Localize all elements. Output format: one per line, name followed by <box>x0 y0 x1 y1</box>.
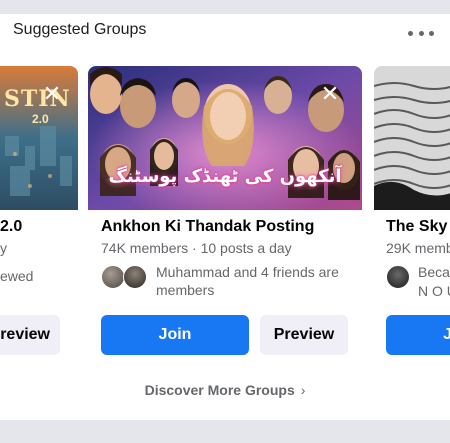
join-button[interactable]: Join <box>101 315 249 355</box>
section-title: Suggested Groups <box>13 21 147 38</box>
group-cover-image: STIN 2.0 <box>0 66 78 210</box>
close-icon[interactable]: ✕ <box>42 83 62 105</box>
group-meta: y <box>0 240 7 256</box>
preview-button[interactable]: Preview <box>260 315 348 355</box>
avatar <box>123 265 147 289</box>
groups-carousel: STIN 2.0 ✕ 2.0 y ewed review آنکھوں کی ٹ… <box>0 66 450 366</box>
group-meta: 29K memb <box>386 240 450 256</box>
suggested-groups-card: Suggested Groups STIN 2.0 ✕ 2.0 y ewed r… <box>0 14 450 420</box>
group-card[interactable]: The Sky 29K memb Beca N O U J <box>374 66 450 358</box>
group-cover-image <box>374 66 450 210</box>
more-options-icon[interactable] <box>408 26 434 40</box>
discover-label: Discover More Groups <box>144 382 295 398</box>
friends-text: Beca <box>418 264 450 280</box>
avatar <box>101 265 125 289</box>
preview-label: Preview <box>273 326 335 343</box>
group-name[interactable]: 2.0 <box>0 218 22 236</box>
join-button[interactable]: J <box>386 315 450 355</box>
group-card[interactable]: آنکھوں کی ٹھنڈک پوسٹنگ ✕ Ankhon Ki Thand… <box>88 66 362 358</box>
friends-text-secondary: N O U <box>418 283 450 299</box>
discover-more-groups-link[interactable]: Discover More Groups › <box>0 382 450 398</box>
friends-text: Muhammad and 4 friends are members <box>156 264 339 298</box>
chevron-right-icon: › <box>300 382 306 398</box>
avatar <box>386 265 410 289</box>
preview-label: review <box>0 326 50 343</box>
group-cover-subtitle: 2.0 <box>32 112 49 126</box>
join-label: Join <box>158 326 192 343</box>
friend-avatars <box>101 265 149 289</box>
preview-button[interactable]: review <box>0 315 60 355</box>
bottom-divider <box>0 420 450 443</box>
join-label: J <box>443 326 450 343</box>
group-name[interactable]: The Sky <box>386 218 447 236</box>
close-icon[interactable]: ✕ <box>320 83 340 105</box>
top-divider <box>0 0 450 14</box>
group-meta: 74K members · 10 posts a day <box>101 240 292 256</box>
group-name[interactable]: Ankhon Ki Thandak Posting <box>101 218 314 236</box>
group-cover-title: آنکھوں کی ٹھنڈک پوسٹنگ <box>108 166 342 187</box>
group-card[interactable]: STIN 2.0 ✕ 2.0 y ewed review <box>0 66 78 358</box>
